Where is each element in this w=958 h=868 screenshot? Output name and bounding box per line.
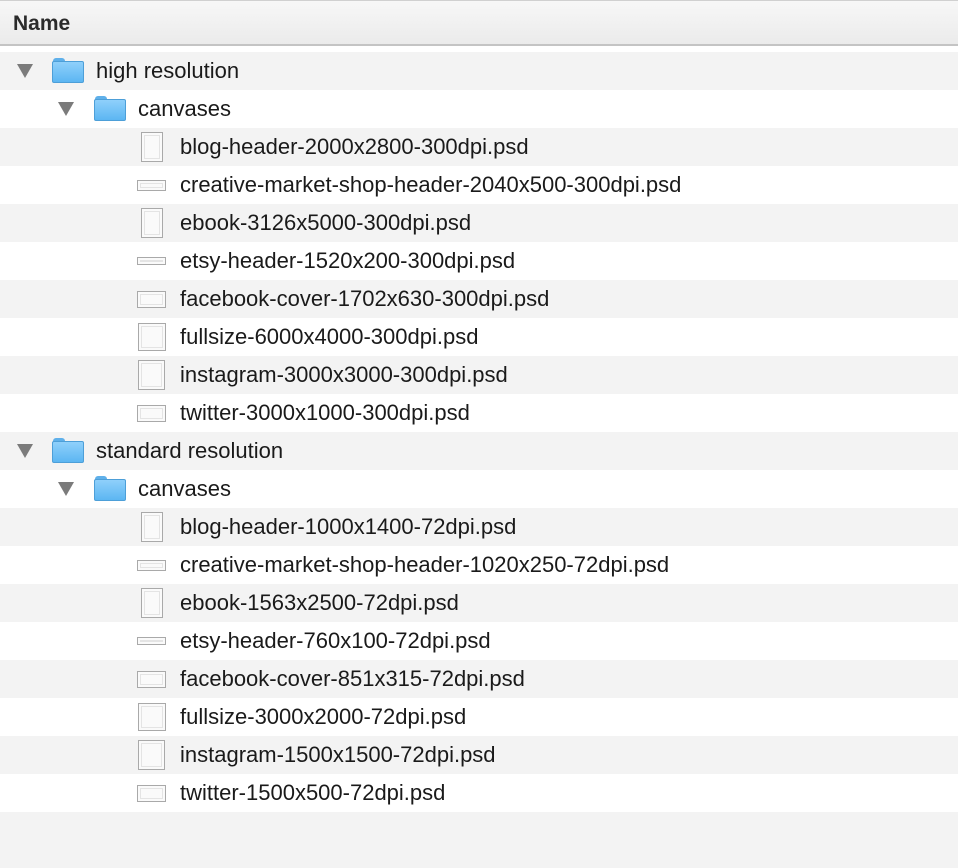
file-row[interactable]: fullsize-6000x4000-300dpi.psd <box>0 318 958 356</box>
disclosure-triangle-icon[interactable] <box>17 64 33 78</box>
file-label: ebook-3126x5000-300dpi.psd <box>180 210 472 235</box>
file-row[interactable]: blog-header-2000x2800-300dpi.psd <box>0 128 958 166</box>
folder-icon <box>94 96 126 122</box>
folder-row-standard-resolution[interactable]: standard resolution <box>0 432 958 470</box>
file-label: facebook-cover-851x315-72dpi.psd <box>180 666 525 691</box>
folder-label: high resolution <box>96 58 240 83</box>
file-label: twitter-3000x1000-300dpi.psd <box>180 400 470 425</box>
folder-icon <box>52 438 84 464</box>
file-row[interactable]: etsy-header-1520x200-300dpi.psd <box>0 242 958 280</box>
folder-label: canvases <box>138 476 231 501</box>
file-list: high resolution canvases blog-header-200… <box>0 52 958 812</box>
file-row[interactable]: fullsize-3000x2000-72dpi.psd <box>0 698 958 736</box>
folder-row-canvases[interactable]: canvases <box>0 470 958 508</box>
name-column-header[interactable]: Name <box>0 0 958 46</box>
file-row[interactable]: twitter-1500x500-72dpi.psd <box>0 774 958 812</box>
folder-row-high-resolution[interactable]: high resolution <box>0 52 958 90</box>
file-row[interactable]: creative-market-shop-header-1020x250-72d… <box>0 546 958 584</box>
document-icon <box>137 405 166 422</box>
file-row[interactable]: etsy-header-760x100-72dpi.psd <box>0 622 958 660</box>
file-row[interactable]: facebook-cover-851x315-72dpi.psd <box>0 660 958 698</box>
document-icon <box>138 360 165 390</box>
document-icon <box>141 588 163 618</box>
file-row[interactable]: twitter-3000x1000-300dpi.psd <box>0 394 958 432</box>
document-icon <box>138 703 166 731</box>
folder-icon <box>52 58 84 84</box>
file-row[interactable]: instagram-3000x3000-300dpi.psd <box>0 356 958 394</box>
file-row[interactable]: facebook-cover-1702x630-300dpi.psd <box>0 280 958 318</box>
name-column-label: Name <box>13 12 71 35</box>
disclosure-triangle-icon[interactable] <box>17 444 33 458</box>
document-icon <box>137 637 166 645</box>
folder-row-canvases[interactable]: canvases <box>0 90 958 128</box>
file-label: blog-header-2000x2800-300dpi.psd <box>180 134 529 159</box>
file-label: creative-market-shop-header-1020x250-72d… <box>180 552 670 577</box>
disclosure-triangle-icon[interactable] <box>58 482 74 496</box>
file-row[interactable]: instagram-1500x1500-72dpi.psd <box>0 736 958 774</box>
document-icon <box>137 785 166 802</box>
file-label: etsy-header-1520x200-300dpi.psd <box>180 248 516 273</box>
file-label: instagram-1500x1500-72dpi.psd <box>180 742 496 767</box>
file-row[interactable]: ebook-1563x2500-72dpi.psd <box>0 584 958 622</box>
disclosure-triangle-icon[interactable] <box>58 102 74 116</box>
file-label: ebook-1563x2500-72dpi.psd <box>180 590 459 615</box>
document-icon <box>137 671 166 688</box>
document-icon <box>141 132 163 162</box>
folder-label: canvases <box>138 96 231 121</box>
file-label: fullsize-3000x2000-72dpi.psd <box>180 704 467 729</box>
empty-list-area <box>0 812 958 868</box>
document-icon <box>138 323 166 351</box>
file-label: facebook-cover-1702x630-300dpi.psd <box>180 286 550 311</box>
folder-label: standard resolution <box>96 438 284 463</box>
document-icon <box>138 740 165 770</box>
document-icon <box>137 291 166 308</box>
file-row[interactable]: blog-header-1000x1400-72dpi.psd <box>0 508 958 546</box>
file-row[interactable]: creative-market-shop-header-2040x500-300… <box>0 166 958 204</box>
document-icon <box>137 560 166 571</box>
file-label: fullsize-6000x4000-300dpi.psd <box>180 324 479 349</box>
file-label: creative-market-shop-header-2040x500-300… <box>180 172 682 197</box>
file-row[interactable]: ebook-3126x5000-300dpi.psd <box>0 204 958 242</box>
finder-list-view: Name high resolution canvases blog-heade… <box>0 0 958 868</box>
document-icon <box>141 208 163 238</box>
document-icon <box>141 512 163 542</box>
file-label: blog-header-1000x1400-72dpi.psd <box>180 514 517 539</box>
folder-icon <box>94 476 126 502</box>
file-label: twitter-1500x500-72dpi.psd <box>180 780 446 805</box>
document-icon <box>137 257 166 265</box>
file-label: instagram-3000x3000-300dpi.psd <box>180 362 508 387</box>
document-icon <box>137 180 166 191</box>
file-label: etsy-header-760x100-72dpi.psd <box>180 628 491 653</box>
